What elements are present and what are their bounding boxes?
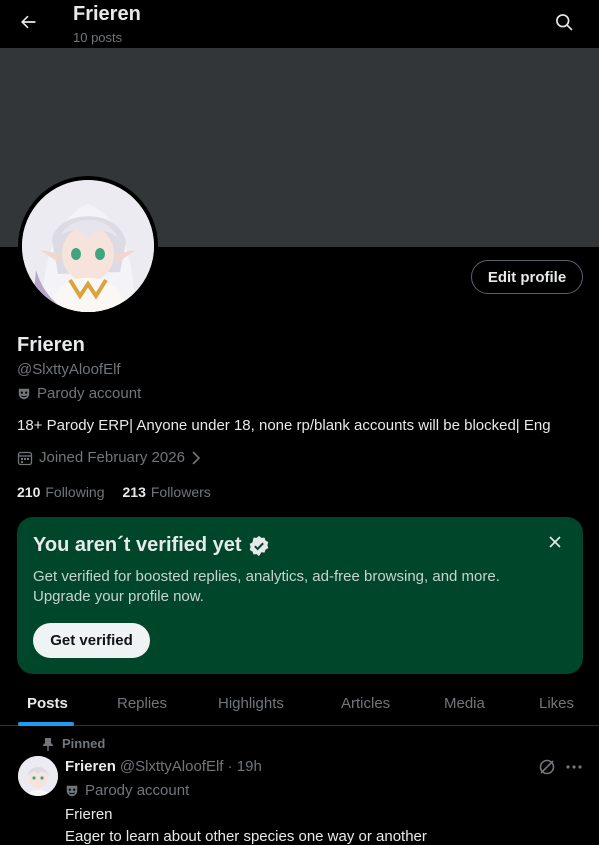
post-avatar[interactable] [18,756,58,796]
post-parody-row: Parody account [65,782,189,799]
avatar-image [22,180,154,312]
pinned-label: Pinned [62,736,106,751]
verified-badge-icon [249,535,268,556]
post-meta: @SlxttyAloofElf · 19h [119,758,262,775]
search-button[interactable] [546,4,582,40]
close-verification-button[interactable] [543,530,567,554]
profile-tabs: Posts Replies Highlights Articles Media … [0,680,599,726]
post-author-name[interactable]: Frieren [65,758,116,775]
bio: 18+ Parody ERP| Anyone under 18, none rp… [17,417,551,434]
post-header: Frieren @SlxttyAloofElf · 19h [65,758,262,775]
following-count: 210 [17,484,41,500]
pinned-row: Pinned [42,736,105,751]
follow-stats: 210 Following 213 Followers [17,484,211,500]
post-parody-label: Parody account [85,782,190,799]
followers-count: 213 [122,484,146,500]
parody-label: Parody account [37,385,142,402]
search-icon [556,14,573,31]
verification-title: You aren´t verified yet [33,534,242,556]
grok-icon [539,759,555,775]
following-label: Following [45,484,105,500]
post-text-line: Eager to learn about other species one w… [65,828,427,845]
tab-replies[interactable]: Replies [117,680,167,726]
mask-icon [18,388,30,399]
edit-profile-button[interactable]: Edit profile [471,260,583,294]
calendar-icon [17,451,33,465]
handle: @SlxttyAloofElf [17,361,121,378]
verification-text: Get verified for boosted replies, analyt… [33,568,500,605]
display-name: Frieren [17,334,85,356]
header-title: Frieren [73,3,141,25]
following-link[interactable]: 210 Following [17,484,105,500]
post-count: 10 posts [73,30,123,45]
mask-icon [66,785,78,796]
parody-label-row: Parody account [17,385,141,402]
pin-icon [43,737,53,751]
active-tab-indicator [18,722,74,726]
grok-button[interactable] [537,757,557,777]
chevron-right-icon [192,450,201,465]
back-arrow-icon [21,15,36,29]
more-options-button[interactable] [564,757,584,777]
back-button[interactable] [8,4,48,40]
joined-label: Joined February 2026 [39,449,185,466]
post-text-line: Frieren [65,806,113,823]
tab-likes[interactable]: Likes [539,680,574,726]
verification-card: You aren´t verified yet Get verified for… [17,517,583,674]
tab-media[interactable]: Media [444,680,485,726]
tab-highlights[interactable]: Highlights [218,680,284,726]
tab-posts[interactable]: Posts [27,680,68,726]
joined-date[interactable]: Joined February 2026 [17,449,201,466]
close-icon [549,536,561,548]
more-icon [566,765,582,769]
followers-label: Followers [150,484,211,500]
followers-link[interactable]: 213 Followers [123,484,211,500]
verification-title-row: You aren´t verified yet [33,534,270,557]
tab-articles[interactable]: Articles [341,680,390,726]
get-verified-button[interactable]: Get verified [33,623,150,658]
profile-avatar[interactable] [18,176,158,316]
